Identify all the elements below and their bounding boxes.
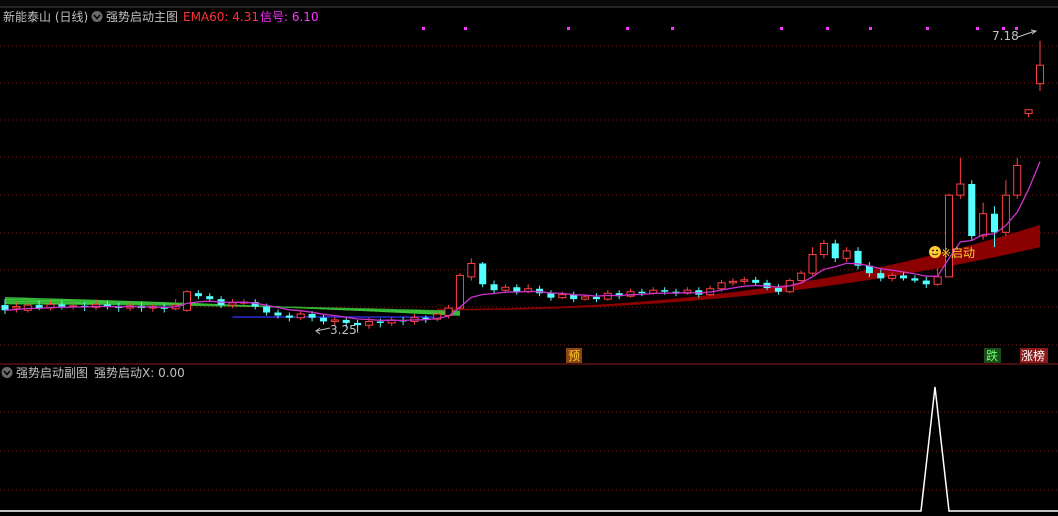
candle-body-down [877, 273, 885, 279]
candle-body-down [661, 290, 669, 292]
candle-body-up [467, 262, 476, 278]
signal-dot [567, 27, 570, 30]
candle-body-up [649, 289, 658, 294]
signal-dot [826, 27, 829, 30]
candle-body-up [717, 282, 726, 290]
badge-limit: 涨榜 [1021, 348, 1045, 363]
candle-body-up [1013, 164, 1022, 196]
candle-body-up [819, 242, 828, 256]
collapse-main-icon[interactable] [91, 11, 103, 22]
candle-body-up [296, 313, 305, 319]
signal-dot [780, 27, 783, 30]
candle-body-up [581, 296, 590, 300]
badge-fall: 跌 [986, 348, 998, 363]
candle-body-down [752, 279, 760, 283]
candle-body-up [944, 194, 954, 278]
collapse-sub-icon[interactable] [1, 367, 13, 378]
signal-dot [464, 27, 467, 30]
candle-body-down [638, 291, 646, 294]
smiley-icon [929, 246, 941, 258]
candle-body-up [182, 291, 192, 311]
toolbar-bar [0, 0, 1058, 7]
signal-dot [926, 27, 929, 30]
candle-body-down [831, 243, 839, 259]
signal-label: 信号: 6.10 [260, 10, 319, 24]
candle-body-up [979, 213, 988, 237]
ema60-label: EMA60: 4.31 [183, 10, 259, 24]
candle-body-down [206, 296, 214, 300]
candle-body-up [740, 279, 749, 282]
candle-body-up [1024, 109, 1033, 114]
candle-body-up [558, 294, 567, 299]
high-price-label: 7.18 [992, 29, 1019, 43]
candle-body-down [319, 317, 327, 322]
candle-body-down [58, 304, 66, 307]
candle-body-up [728, 280, 737, 284]
candle-body-down [479, 263, 487, 285]
signal-dot [976, 27, 979, 30]
candle-body-down [376, 321, 384, 323]
candle-body-down [899, 275, 908, 279]
candle-body-down [274, 312, 282, 316]
badge-left: 预 [568, 349, 580, 363]
main-indicator-name: 强势启动主图 [106, 10, 178, 24]
chart-background [0, 0, 1058, 516]
candle-body-down [922, 280, 930, 285]
top-toolbar [0, 0, 1058, 8]
candle-body-down [308, 314, 316, 318]
candle-body-down [774, 288, 782, 292]
candle-body-up [23, 304, 32, 311]
smiley-eye-right [936, 249, 938, 252]
candle-body-up [797, 272, 806, 282]
candle-body-up [330, 319, 339, 322]
candle-body-down [547, 293, 555, 298]
candle-body-down [285, 315, 293, 318]
candle-body-down [990, 213, 999, 233]
smiley-eye-left [932, 249, 934, 252]
sub-panel-header: 强势启动副图 强势启动X: 0.00 [1, 366, 185, 380]
candle-body-up [1035, 64, 1045, 85]
candle-body-down [490, 284, 498, 291]
candle-body-down [968, 184, 976, 236]
signal-dot [671, 27, 674, 30]
sub-value-label: 强势启动X: 0.00 [94, 366, 185, 380]
candle-body-up [888, 274, 897, 279]
candle-body-down [513, 287, 521, 292]
candle-body-up [455, 274, 464, 309]
candle-body-up [933, 276, 942, 285]
candle-body-up [501, 286, 510, 291]
signal-dot [422, 27, 425, 30]
candle-body-up [228, 302, 237, 306]
candle-body-up [842, 250, 851, 259]
candle-body-down [592, 296, 600, 300]
start-signal-label: ※启动 [941, 246, 975, 260]
signal-dot [626, 27, 629, 30]
candle-body-up [956, 183, 965, 196]
stock-name: 新能泰山 (日线) [3, 9, 88, 24]
sub-indicator-name: 强势启动副图 [16, 366, 88, 380]
candle-body-down [263, 306, 271, 313]
main-panel-header: 新能泰山 (日线) 强势启动主图 EMA60: 4.31 信号: 6.10 [3, 9, 319, 24]
candle-body-up [364, 320, 373, 326]
candle-body-down [194, 293, 202, 297]
candle-body-up [12, 306, 21, 309]
chart-canvas: 新能泰山 (日线) 强势启动主图 EMA60: 4.31 信号: 6.10 7.… [0, 0, 1058, 516]
candle-body-down [911, 278, 919, 281]
signal-dot [869, 27, 872, 30]
low-price-label: 3.25 [330, 323, 357, 337]
candle-body-up [808, 254, 817, 274]
